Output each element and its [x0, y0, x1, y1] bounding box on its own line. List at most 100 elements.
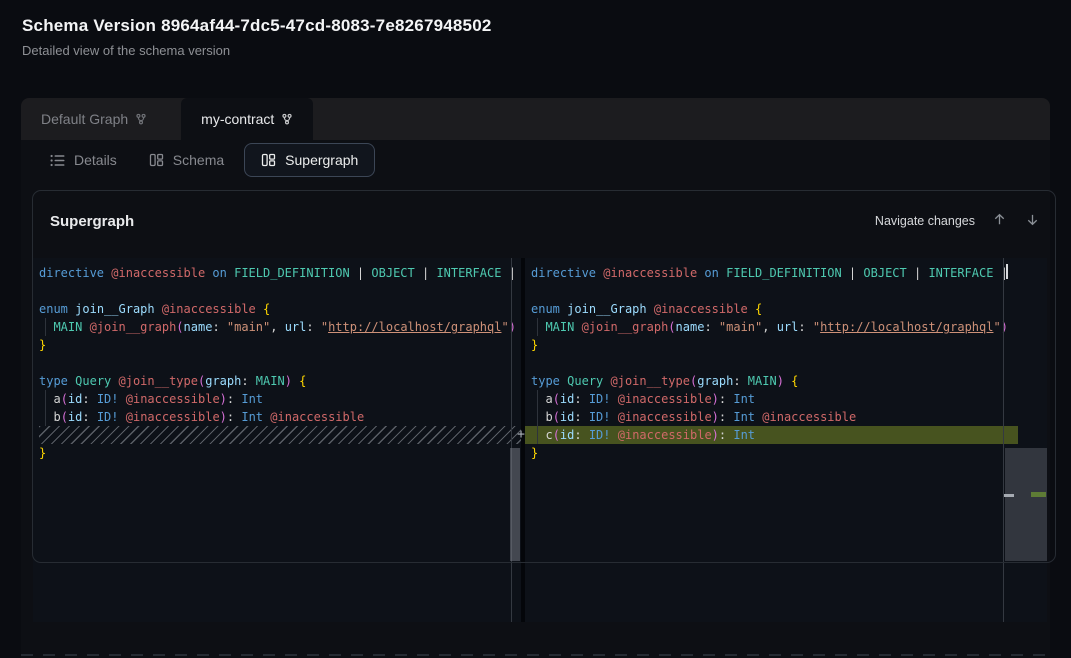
- code-token: Int: [241, 392, 263, 406]
- code-token: type: [531, 374, 560, 388]
- code-token: [82, 320, 89, 334]
- code-token: [611, 392, 618, 406]
- url-link[interactable]: http://localhost/graphql: [820, 320, 993, 334]
- code-token: @inaccessible: [654, 302, 748, 316]
- page-header: Schema Version 8964af44-7dc5-47cd-8083-7…: [22, 16, 492, 58]
- code-token: :: [241, 374, 255, 388]
- code-token: :: [798, 320, 812, 334]
- code-token: [611, 428, 618, 442]
- diff-pane-original[interactable]: directive @inaccessible on FIELD_DEFINIT…: [33, 258, 521, 622]
- list-icon: [50, 154, 65, 167]
- columns-icon: [149, 153, 164, 167]
- code-token: @inaccessible: [270, 410, 364, 424]
- code-token: [748, 302, 755, 316]
- code-token: b: [39, 410, 61, 424]
- diff-pane-modified[interactable]: directive @inaccessible on FIELD_DEFINIT…: [525, 258, 1047, 622]
- code-token: Query: [567, 374, 603, 388]
- code-token: :: [227, 410, 241, 424]
- code-token: MAIN: [545, 320, 574, 334]
- code-token: graph: [205, 374, 241, 388]
- code-token: (: [176, 320, 183, 334]
- variant-fork-icon: [135, 113, 147, 125]
- code-line: }: [531, 336, 1047, 354]
- code-token: :: [212, 320, 226, 334]
- tab-my-contract[interactable]: my-contract: [181, 98, 313, 140]
- code-line: MAIN @join__graph(name: "main", url: "ht…: [39, 318, 521, 336]
- code-token: @inaccessible: [126, 392, 220, 406]
- code-token: @inaccessible: [603, 266, 697, 280]
- url-link[interactable]: http://localhost/graphql: [328, 320, 501, 334]
- code-token: id: [68, 410, 82, 424]
- pane-ruler-line: [1003, 258, 1004, 622]
- code-token: directive: [39, 266, 104, 280]
- code-token: Int: [733, 410, 755, 424]
- code-token: OBJECT: [371, 266, 414, 280]
- code-token: |: [350, 266, 372, 280]
- code-token: join__Graph: [75, 302, 154, 316]
- code-token: :: [227, 392, 241, 406]
- code-token: @inaccessible: [618, 392, 712, 406]
- code-line: [531, 282, 1047, 300]
- code-token: {: [755, 302, 762, 316]
- diff-insert-plus-sign: +: [512, 426, 530, 444]
- arrow-up-icon[interactable]: [990, 210, 1008, 228]
- supergraph-panel-title: Supergraph: [50, 213, 134, 230]
- columns-icon: [261, 153, 276, 167]
- subtab-details[interactable]: Details: [38, 144, 129, 176]
- code-token: :: [574, 410, 588, 424]
- code-token: ): [220, 410, 227, 424]
- code-token: @join__type: [611, 374, 690, 388]
- code-token: |: [501, 266, 515, 280]
- code-token: INTERFACE: [928, 266, 993, 280]
- subtab-schema[interactable]: Schema: [137, 144, 236, 176]
- code-line: enum join__Graph @inaccessible {: [39, 300, 521, 318]
- code-token: }: [531, 446, 538, 460]
- code-token: :: [82, 392, 96, 406]
- code-token: ": [501, 320, 508, 334]
- arrow-down-icon[interactable]: [1023, 210, 1041, 228]
- code-line: [531, 354, 1047, 372]
- code-token: ID!: [589, 410, 611, 424]
- code-line: a(id: ID! @inaccessible): Int: [531, 390, 1047, 408]
- code-token: join__Graph: [567, 302, 646, 316]
- code-token: a: [531, 392, 553, 406]
- code-token: :: [82, 410, 96, 424]
- code-line: type Query @join__type(graph: MAIN) {: [39, 372, 521, 390]
- code-token: :: [719, 428, 733, 442]
- code-token: @inaccessible: [618, 428, 712, 442]
- code-token: (: [61, 410, 68, 424]
- code-token: [603, 374, 610, 388]
- code-token: }: [531, 338, 538, 352]
- code-token: (: [553, 392, 560, 406]
- subtab-supergraph[interactable]: Supergraph: [244, 143, 375, 177]
- code-line: enum join__Graph @inaccessible {: [531, 300, 1047, 318]
- code-token: url: [285, 320, 307, 334]
- code-token: "main": [719, 320, 762, 334]
- code-line: [39, 282, 521, 300]
- variant-fork-icon: [281, 113, 293, 125]
- diff-editor: directive @inaccessible on FIELD_DEFINIT…: [33, 258, 1047, 622]
- code-line: a(id: ID! @inaccessible): Int: [39, 390, 521, 408]
- variant-tabstrip: Default Graph my-contract: [21, 98, 1050, 140]
- code-token: [611, 410, 618, 424]
- page-subtitle: Detailed view of the schema version: [22, 43, 492, 58]
- code-line: MAIN @join__graph(name: "main", url: "ht…: [531, 318, 1047, 336]
- code-token: enum: [531, 302, 560, 316]
- code-token: MAIN: [748, 374, 777, 388]
- code-token: @join__graph: [582, 320, 669, 334]
- code-token: (: [553, 410, 560, 424]
- code-token: id: [560, 392, 574, 406]
- minimap-slider[interactable]: [1005, 448, 1047, 561]
- code-token: ): [712, 428, 719, 442]
- code-token: on: [212, 266, 226, 280]
- code-token: :: [719, 392, 733, 406]
- code-line: c(id: ID! @inaccessible): Int: [531, 426, 1047, 444]
- code-token: @join__graph: [90, 320, 177, 334]
- code-token: :: [306, 320, 320, 334]
- code-line: b(id: ID! @inaccessible): Int @inaccessi…: [39, 408, 521, 426]
- code-line: }: [39, 336, 521, 354]
- tab-default-graph[interactable]: Default Graph: [21, 98, 167, 140]
- left-pane-scrollbar[interactable]: [510, 448, 520, 561]
- code-token: :: [733, 374, 747, 388]
- code-token: Int: [733, 428, 755, 442]
